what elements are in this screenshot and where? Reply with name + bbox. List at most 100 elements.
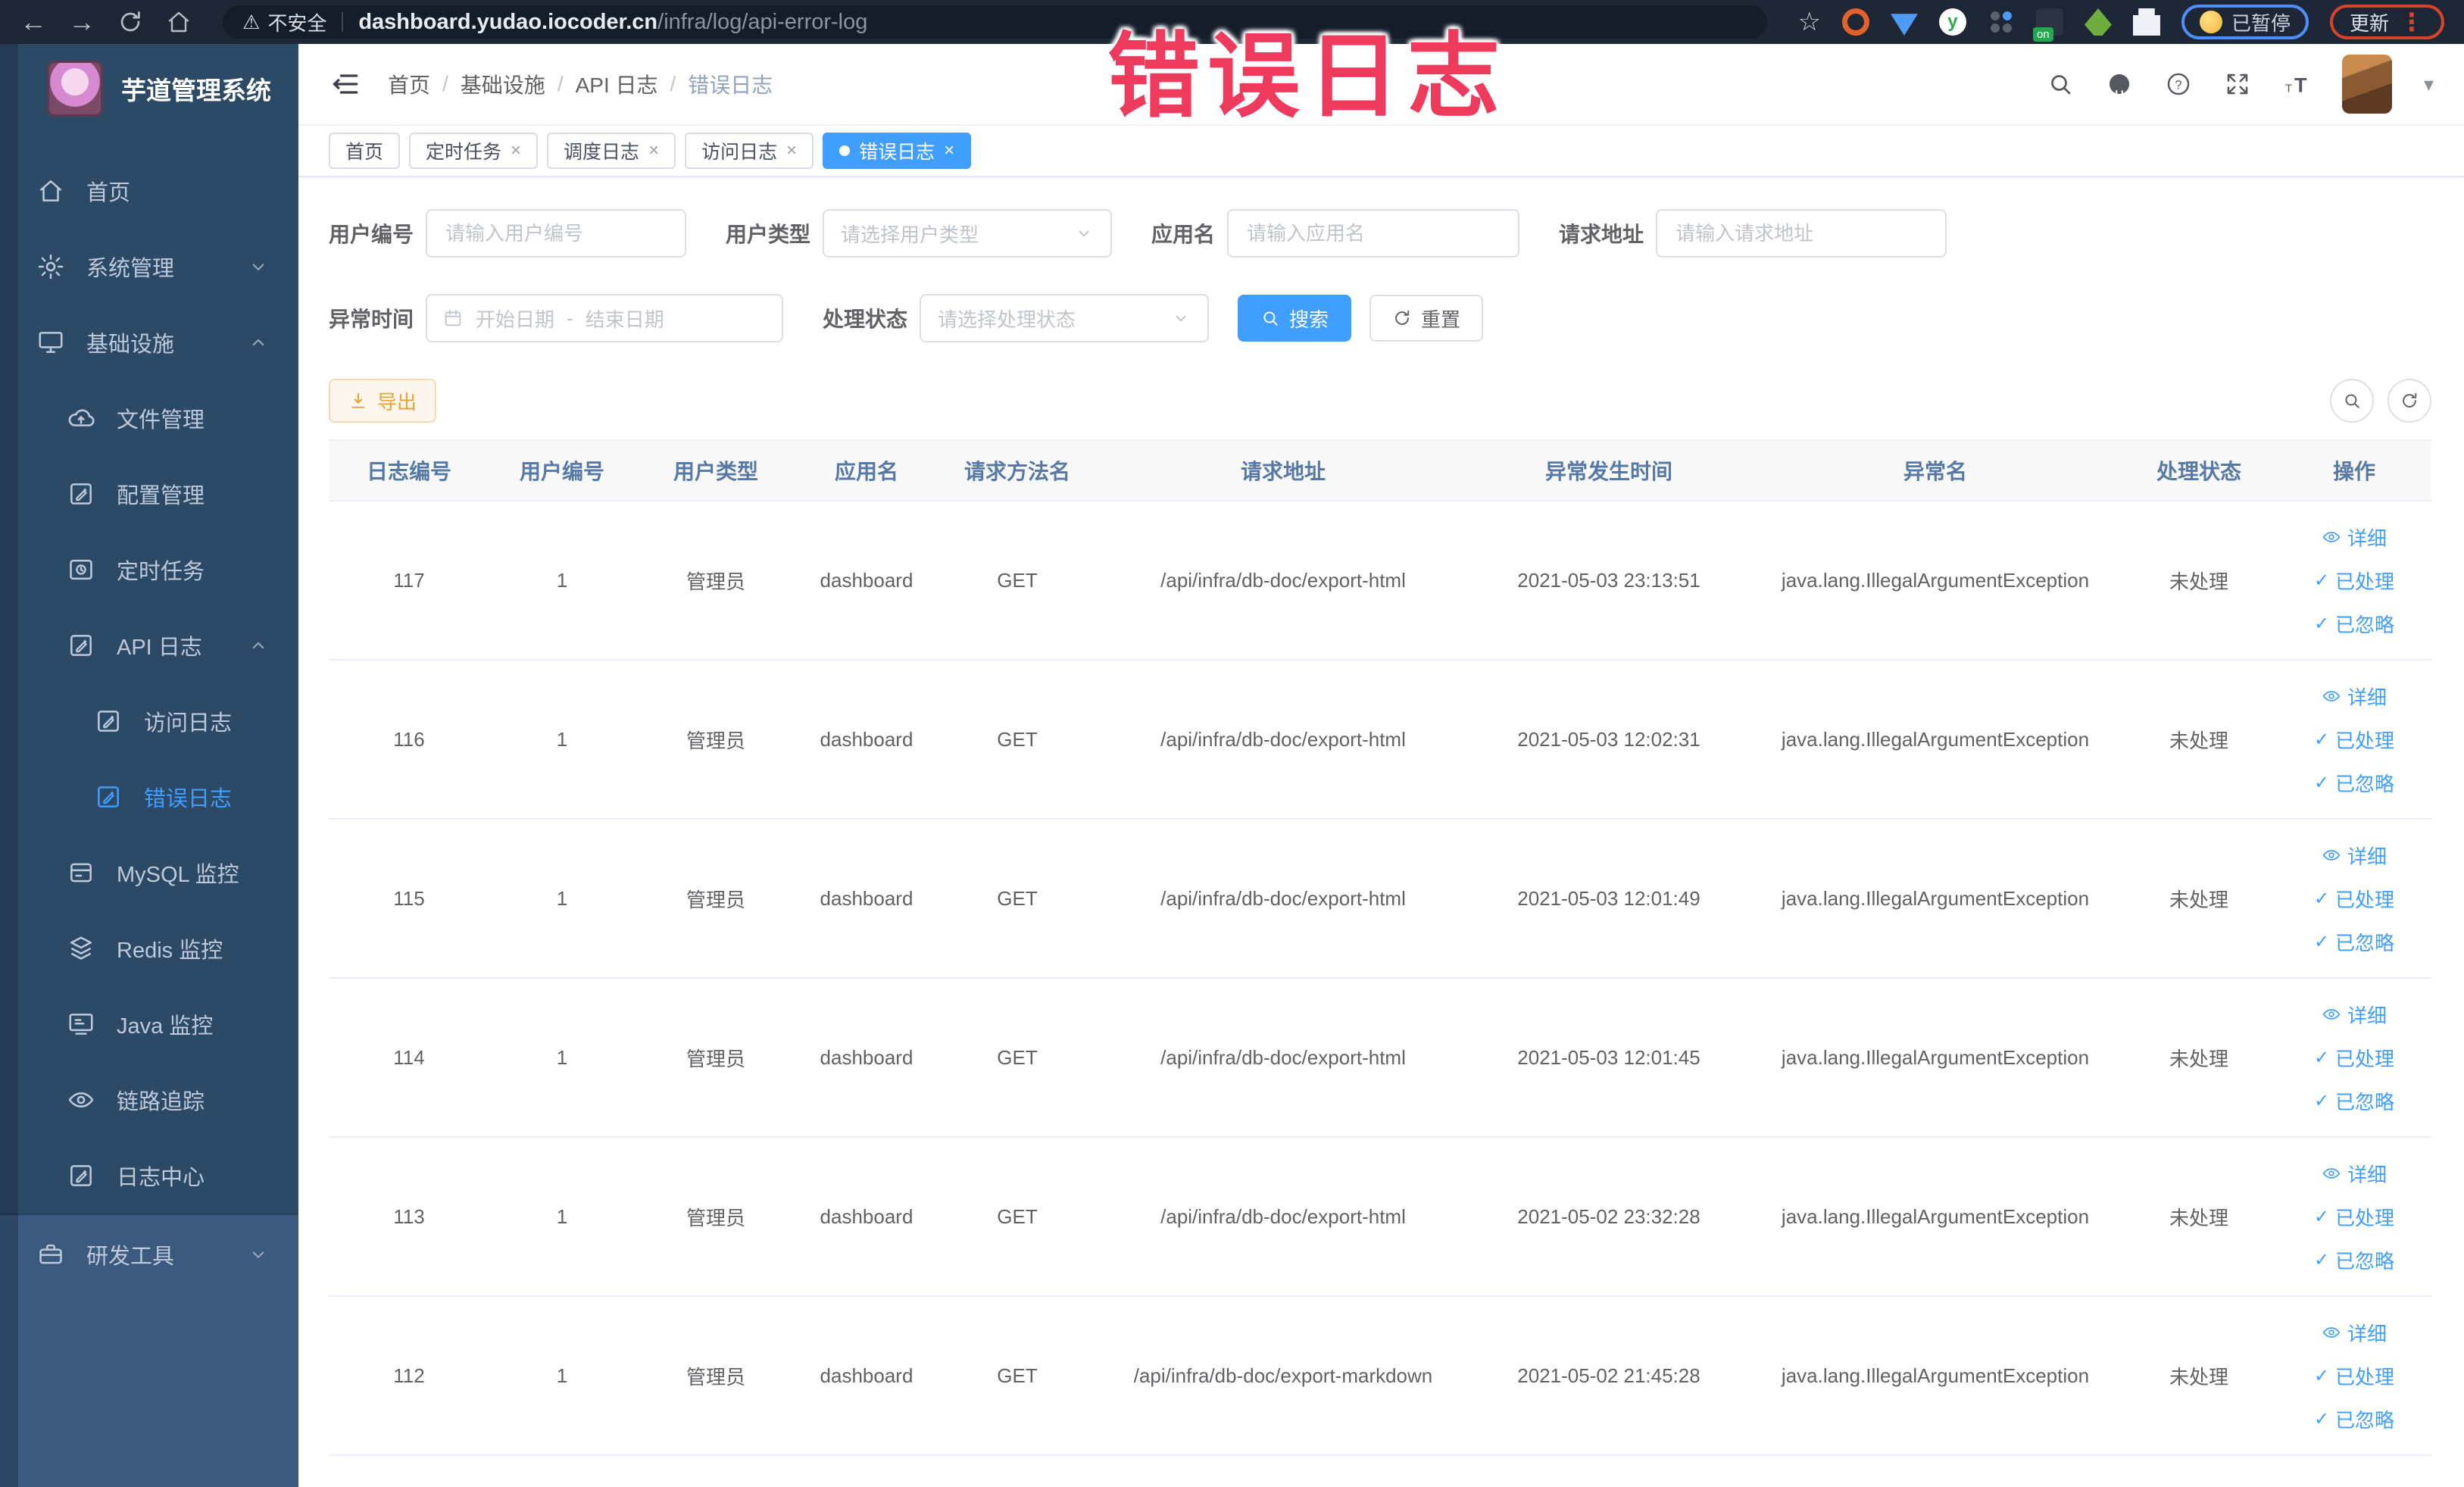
ignored-link[interactable]: ✓ 已忽略 [2314,610,2394,638]
refresh-table-button[interactable] [2387,379,2431,423]
address-bar[interactable]: ⚠ 不安全 dashboard.yudao.iocoder.cn/infra/l… [223,5,1768,39]
sidebar-item-config-management[interactable]: 配置管理 [0,456,298,532]
sidebar-item-infrastructure[interactable]: 基础设施 [0,305,298,380]
paused-extension-badge[interactable]: 已暂停 [2181,5,2309,39]
cell-request-url: /api/infra/db-doc/export-html [1098,819,1468,979]
breadcrumb-item[interactable]: 基础设施 [461,69,545,99]
processed-link[interactable]: ✓ 已处理 [2314,1203,2394,1231]
sidebar-item-dev-tools[interactable]: 研发工具 [0,1215,298,1294]
sidebar-item-home[interactable]: 首页 [0,153,298,229]
detail-link[interactable]: 详细 [2322,1001,2387,1029]
bookmark-star-icon[interactable]: ☆ [1797,7,1820,37]
detail-link[interactable]: 详细 [2322,842,2387,870]
sidebar-item-scheduled-tasks[interactable]: 定时任务 [0,532,298,608]
chevron-up-icon [247,331,270,354]
process-status-select[interactable]: 请选择处理状态 [920,294,1210,342]
sidebar-item-java-monitor[interactable]: Java 监控 [0,986,298,1062]
cell-app-name: dashboard [797,978,936,1138]
export-button[interactable]: 导出 [329,379,437,423]
sidebar-item-system-management[interactable]: 系统管理 [0,229,298,305]
extension-icon[interactable]: y [1938,8,1966,36]
browser-update-button[interactable]: 更新 ⋮ [2329,5,2444,39]
close-icon[interactable]: × [944,140,954,161]
sidebar-item-redis-monitor[interactable]: Redis 监控 [0,911,298,986]
ignored-link[interactable]: ✓ 已忽略 [2314,1405,2394,1433]
processed-link[interactable]: ✓ 已处理 [2314,1362,2394,1390]
col-log-id: 日志编号 [329,439,489,501]
ignored-link[interactable]: ✓ 已忽略 [2314,1087,2394,1115]
detail-link[interactable]: 详细 [2322,523,2387,551]
sidebar-item-api-log[interactable]: API 日志 [0,608,298,683]
ignored-link[interactable]: ✓ 已忽略 [2314,928,2394,956]
extension-icon[interactable] [2084,8,2112,36]
tab-schedule-log[interactable]: 调度日志 × [547,133,676,169]
sidebar-item-label: 配置管理 [117,484,205,508]
date-range-picker[interactable]: 开始日期 - 结束日期 [426,294,784,342]
page-url[interactable]: dashboard.yudao.iocoder.cn/infra/log/api… [358,10,867,35]
check-icon: ✓ [2313,729,2330,750]
sidebar-logo[interactable]: 芋道管理系统 [0,44,298,133]
filter-row-2: 异常时间 开始日期 - 结束日期 处理状态 请选择处理状态 搜索 重置 [329,294,2431,342]
search-icon[interactable] [2047,70,2074,98]
database-icon [67,858,95,887]
sidebar-item-file-management[interactable]: 文件管理 [0,380,298,456]
browser-reload-button[interactable] [117,8,144,36]
cloud-upload-icon [67,404,95,433]
reset-button[interactable]: 重置 [1369,295,1484,342]
logo-avatar [47,61,103,117]
browser-back-button[interactable]: ← [20,8,47,36]
sidebar-item-mysql-monitor[interactable]: MySQL 监控 [0,835,298,911]
detail-link[interactable]: 详细 [2322,1160,2387,1188]
update-label: 更新 [2349,11,2389,35]
tab-scheduled-tasks[interactable]: 定时任务 × [409,133,539,169]
check-icon: ✓ [2313,888,2330,909]
eye-icon [67,1086,95,1114]
hide-search-button[interactable] [2330,379,2374,423]
processed-link[interactable]: ✓ 已处理 [2314,1044,2394,1072]
user-avatar[interactable] [2341,55,2392,114]
breadcrumb-item[interactable]: API 日志 [576,69,658,99]
sidebar-collapse-icon[interactable] [329,67,362,101]
github-icon[interactable] [2106,70,2133,98]
sidebar-item-trace[interactable]: 链路追踪 [0,1062,298,1138]
request-url-input[interactable] [1656,209,1947,258]
not-secure-label: 不安全 [267,11,327,35]
tab-access-log[interactable]: 访问日志 × [685,133,814,169]
sidebar-item-label: 链路追踪 [117,1090,205,1114]
exception-time-label: 异常时间 [329,308,414,331]
extension-icon[interactable] [1841,8,1869,36]
extension-icon[interactable] [2032,8,2063,42]
sidebar-item-error-log[interactable]: 错误日志 [0,759,298,835]
detail-link[interactable]: 详细 [2322,1319,2387,1347]
browser-home-button[interactable] [165,8,192,36]
help-icon[interactable] [2165,70,2192,98]
sidebar-item-log-center[interactable]: 日志中心 [0,1138,298,1214]
fullscreen-icon[interactable] [2224,70,2251,98]
ignored-link[interactable]: ✓ 已忽略 [2314,769,2394,797]
browser-forward-button[interactable]: → [68,8,95,36]
user-menu-caret-icon[interactable]: ▾ [2424,73,2434,96]
extension-icon[interactable] [2132,8,2160,36]
processed-link[interactable]: ✓ 已处理 [2314,885,2394,913]
sidebar-item-access-log[interactable]: 访问日志 [0,683,298,759]
processed-link[interactable]: ✓ 已处理 [2314,567,2394,595]
tab-error-log[interactable]: 错误日志 × [823,133,972,169]
ignored-link[interactable]: ✓ 已忽略 [2314,1246,2394,1274]
close-icon[interactable]: × [511,140,521,161]
close-icon[interactable]: × [786,140,797,161]
extension-icon[interactable] [1987,8,2015,36]
eye-icon [2322,1004,2341,1024]
tab-home[interactable]: 首页 [329,133,401,169]
user-id-input[interactable] [426,209,687,258]
processed-link[interactable]: ✓ 已处理 [2314,726,2394,754]
font-size-icon[interactable] [2283,70,2310,98]
app-name-input[interactable] [1227,209,1520,258]
extension-icon[interactable] [1890,14,1918,36]
detail-link[interactable]: 详细 [2322,683,2387,711]
not-secure-badge[interactable]: ⚠ 不安全 [242,8,326,36]
user-type-select[interactable]: 请选择用户类型 [823,209,1113,258]
close-icon[interactable]: × [648,140,659,161]
breadcrumb-item[interactable]: 首页 [388,69,430,99]
kebab-menu-icon[interactable]: ⋮ [2400,8,2425,36]
search-button[interactable]: 搜索 [1238,295,1352,342]
